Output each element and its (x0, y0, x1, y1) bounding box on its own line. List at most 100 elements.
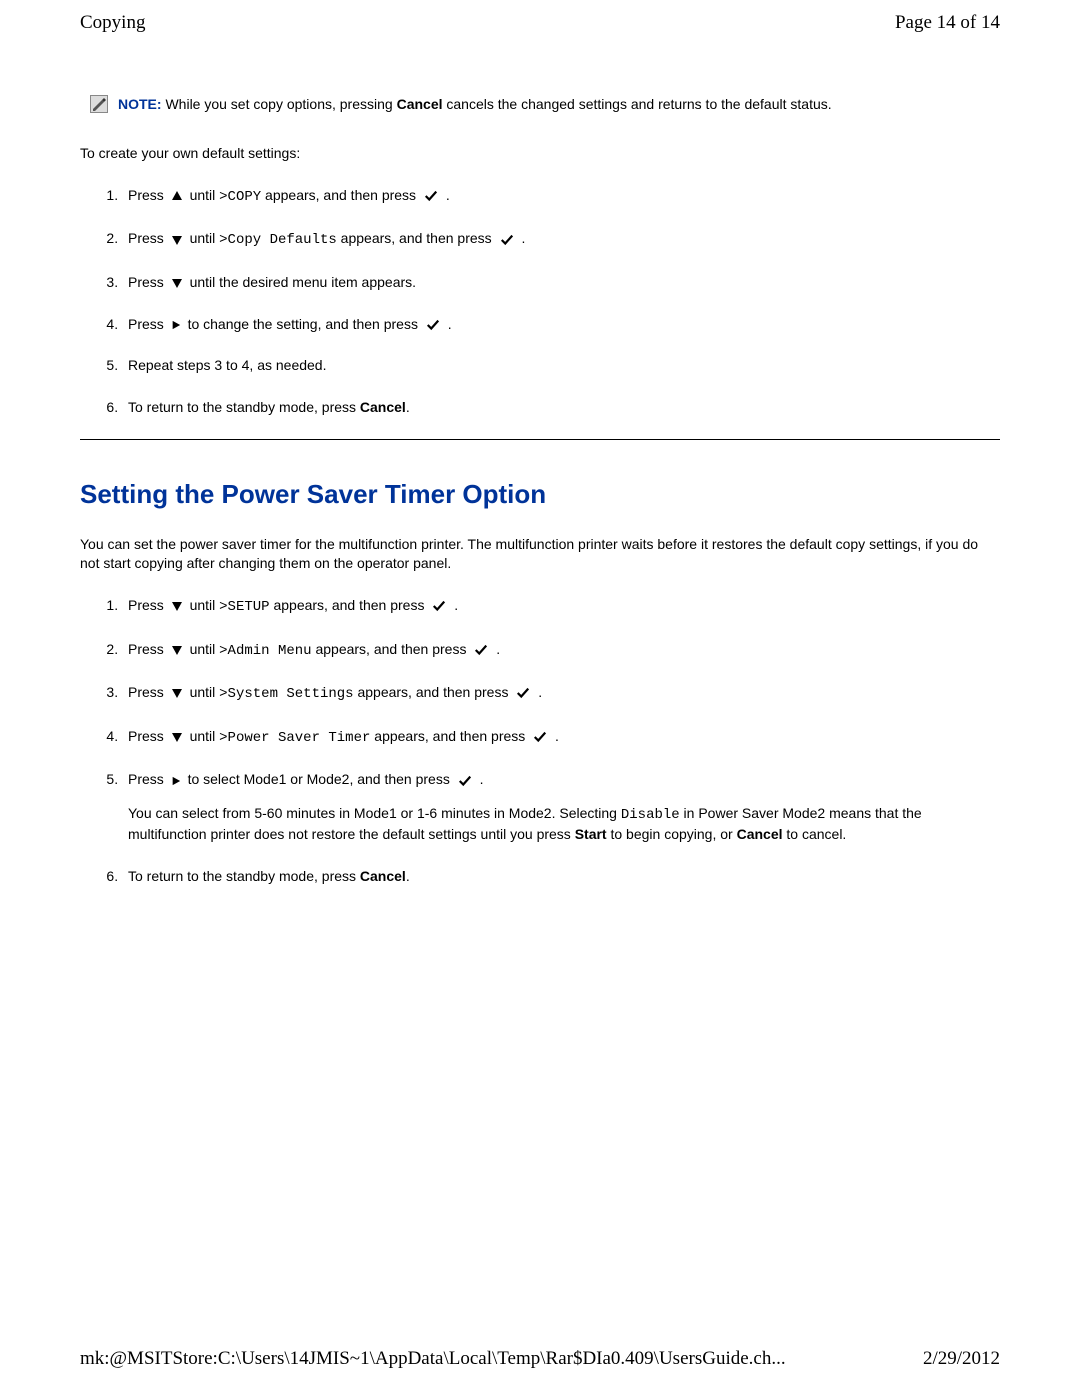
text: until (186, 597, 219, 613)
text: until (186, 187, 219, 203)
step: To return to the standby mode, press Can… (122, 398, 1000, 418)
page-header: Copying Page 14 of 14 (0, 0, 1080, 45)
check-icon (423, 189, 439, 203)
menu-setup: >SETUP (219, 599, 269, 615)
step: Repeat steps 3 to 4, as needed. (122, 356, 1000, 376)
content: NOTE: While you set copy options, pressi… (0, 45, 1080, 929)
menu-system-settings: >System Settings (219, 686, 353, 702)
text: until (186, 641, 219, 657)
note-block: NOTE: While you set copy options, pressi… (90, 95, 1000, 115)
text: appears, and then press (337, 230, 496, 246)
arrow-down-icon (171, 600, 183, 612)
text: appears, and then press (312, 641, 471, 657)
intro-create-defaults: To create your own default settings: (80, 144, 1000, 164)
step: Press until >Power Saver Timer appears, … (122, 727, 1000, 749)
section-heading: Setting the Power Saver Timer Option (80, 476, 1000, 512)
steps-list-1: Press until >COPY appears, and then pres… (122, 186, 1000, 418)
text: until (186, 684, 219, 700)
text: appears, and then press (370, 728, 529, 744)
disable-label: Disable (621, 807, 680, 823)
check-icon (515, 686, 531, 700)
arrow-right-icon (171, 319, 181, 331)
arrow-up-icon (171, 190, 183, 202)
text: . (534, 684, 542, 700)
text: To return to the standby mode, press (128, 399, 360, 415)
divider (80, 439, 1000, 440)
step: Press until >SETUP appears, and then pre… (122, 596, 1000, 618)
power-saver-intro: You can set the power saver timer for th… (80, 535, 1000, 574)
start-label: Start (575, 826, 607, 842)
menu-admin: >Admin Menu (219, 643, 311, 659)
text: to cancel. (783, 826, 847, 842)
text: to select Mode1 or Mode2, and then press (184, 771, 454, 787)
cancel-label: Cancel (737, 826, 783, 842)
text: Press (128, 274, 168, 290)
footer-date: 2/29/2012 (923, 1346, 1000, 1373)
step: Press until >System Settings appears, an… (122, 683, 1000, 705)
footer-path: mk:@MSITStore:C:\Users\14JMIS~1\AppData\… (80, 1346, 786, 1373)
arrow-down-icon (171, 234, 183, 246)
check-icon (499, 233, 515, 247)
note-text: NOTE: While you set copy options, pressi… (118, 95, 1000, 115)
note-cancel: Cancel (397, 96, 443, 112)
text: until (186, 230, 219, 246)
step: Press until >Admin Menu appears, and the… (122, 640, 1000, 662)
arrow-right-icon (171, 775, 181, 787)
check-icon (425, 318, 441, 332)
arrow-down-icon (171, 731, 183, 743)
text: . (450, 597, 458, 613)
step: Press until >Copy Defaults appears, and … (122, 229, 1000, 251)
menu-copy: >COPY (219, 189, 261, 205)
text: Press (128, 728, 168, 744)
text: appears, and then press (354, 684, 513, 700)
text: . (442, 187, 450, 203)
check-icon (532, 730, 548, 744)
header-page: Page 14 of 14 (895, 10, 1000, 37)
cancel-label: Cancel (360, 399, 406, 415)
step: Press to change the setting, and then pr… (122, 315, 1000, 335)
text: appears, and then press (270, 597, 429, 613)
page-footer: mk:@MSITStore:C:\Users\14JMIS~1\AppData\… (0, 1338, 1080, 1397)
mode-explanation: You can select from 5-60 minutes in Mode… (128, 804, 1000, 845)
arrow-down-icon (171, 277, 183, 289)
text: Press (128, 597, 168, 613)
text: until (186, 728, 219, 744)
step: Press to select Mode1 or Mode2, and then… (122, 770, 1000, 845)
note-pre: While you set copy options, pressing (162, 96, 397, 112)
steps-list-2: Press until >SETUP appears, and then pre… (122, 596, 1000, 887)
text: . (444, 316, 452, 332)
step: To return to the standby mode, press Can… (122, 867, 1000, 887)
step: Press until the desired menu item appear… (122, 273, 1000, 293)
pencil-note-icon (90, 95, 108, 113)
text: to begin copying, or (607, 826, 737, 842)
note-post: cancels the changed settings and returns… (443, 96, 832, 112)
text: You can select from 5-60 minutes in Mode… (128, 805, 621, 821)
text: . (518, 230, 526, 246)
text: . (476, 771, 484, 787)
step: Press until >COPY appears, and then pres… (122, 186, 1000, 208)
check-icon (473, 643, 489, 657)
text: . (492, 641, 500, 657)
text: To return to the standby mode, press (128, 868, 360, 884)
header-title: Copying (80, 10, 145, 37)
menu-power-saver: >Power Saver Timer (219, 730, 370, 746)
text: Press (128, 684, 168, 700)
check-icon (457, 774, 473, 788)
text: . (406, 868, 410, 884)
arrow-down-icon (171, 644, 183, 656)
text: Repeat steps 3 to 4, as needed. (128, 357, 326, 373)
text: until the desired menu item appears. (186, 274, 416, 290)
text: Press (128, 187, 168, 203)
text: appears, and then press (261, 187, 420, 203)
text: to change the setting, and then press (184, 316, 422, 332)
arrow-down-icon (171, 687, 183, 699)
check-icon (431, 599, 447, 613)
text: Press (128, 641, 168, 657)
text: . (406, 399, 410, 415)
text: Press (128, 316, 168, 332)
text: . (551, 728, 559, 744)
text: Press (128, 771, 168, 787)
text: Press (128, 230, 168, 246)
note-label: NOTE: (118, 96, 162, 112)
menu-copy-defaults: >Copy Defaults (219, 232, 337, 248)
